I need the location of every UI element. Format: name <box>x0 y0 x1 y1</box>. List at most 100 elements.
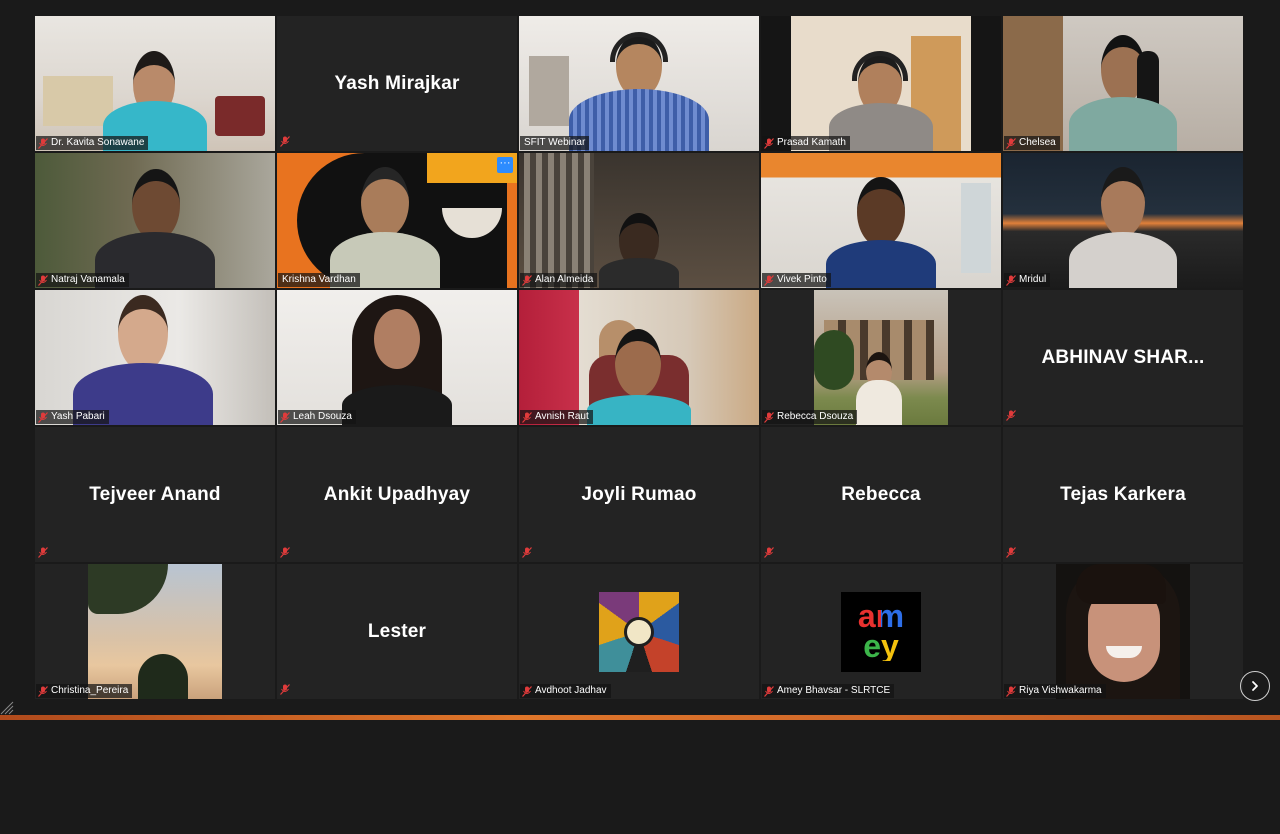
participant-label: Avdhoot Jadhav <box>520 684 611 698</box>
participant-tile[interactable]: Tejveer Anand <box>35 427 275 562</box>
mic-muted-icon <box>38 685 48 697</box>
mic-muted-icon <box>522 274 532 286</box>
participant-label: Amey Bhavsar - SLRTCE <box>762 684 895 698</box>
participant-tile[interactable]: Leah Dsouza <box>277 290 517 425</box>
participant-label: Rebecca Dsouza <box>762 410 858 424</box>
participant-tile[interactable]: Rebecca <box>761 427 1001 562</box>
participant-name: Amey Bhavsar - SLRTCE <box>777 685 891 696</box>
mic-muted-icon <box>280 547 290 558</box>
participant-tile-active-speaker[interactable]: ··· Krishna Vardhan <box>277 153 517 288</box>
participant-tile[interactable]: Yash Mirajkar <box>277 16 517 151</box>
participant-label: Alan Almeida <box>520 273 598 287</box>
participant-name: Prasad Kamath <box>777 137 846 148</box>
participant-tile[interactable]: Natraj Vanamala <box>35 153 275 288</box>
mic-muted-icon <box>38 547 48 558</box>
mic-muted-icon <box>764 685 774 697</box>
participant-tile[interactable]: Avdhoot Jadhav <box>519 564 759 699</box>
participant-label: Chelsea <box>1004 136 1060 150</box>
mic-muted-icon <box>280 684 290 695</box>
participant-label: SFIT Webinar <box>520 136 590 150</box>
mic-muted-icon <box>38 411 48 423</box>
participant-tile[interactable]: Lester <box>277 564 517 699</box>
participant-tile[interactable]: ABHINAV SHAR... <box>1003 290 1243 425</box>
participant-name: Riya Vishwakarma <box>1019 685 1102 696</box>
mic-muted-icon <box>764 547 774 558</box>
mic-muted-icon <box>764 137 774 149</box>
avatar-artwork <box>599 592 679 672</box>
participant-name: Rebecca Dsouza <box>777 411 854 422</box>
participant-name: Chelsea <box>1019 137 1056 148</box>
more-options-button[interactable]: ··· <box>497 157 513 173</box>
participant-label: Vivek Pinto <box>762 273 831 287</box>
participant-name-display: Yash Mirajkar <box>334 72 460 94</box>
participant-label: Avnish Raut <box>520 410 593 424</box>
participant-name: Yash Pabari <box>51 411 105 422</box>
participant-name-display: Lester <box>367 620 427 642</box>
participant-tile[interactable]: Christina_Pereira <box>35 564 275 699</box>
mic-muted-icon <box>1006 685 1016 697</box>
participant-tile[interactable]: Vivek Pinto <box>761 153 1001 288</box>
window-bottom-accent-bar <box>0 715 1280 720</box>
participant-tile[interactable]: Ankit Upadhyay <box>277 427 517 562</box>
participant-name-display: Ankit Upadhyay <box>323 483 471 505</box>
amey-logo-line1: am <box>841 600 921 632</box>
participant-tile[interactable]: Rebecca Dsouza <box>761 290 1001 425</box>
mic-muted-icon <box>522 547 532 558</box>
mic-muted-icon <box>1006 274 1016 286</box>
participant-name: Dr. Kavita Sonawane <box>51 137 145 148</box>
participant-label: Mridul <box>1004 273 1051 287</box>
participant-tile[interactable]: SFIT Webinar <box>519 16 759 151</box>
participant-label: Riya Vishwakarma <box>1004 684 1106 698</box>
participant-tile[interactable]: Prasad Kamath <box>761 16 1001 151</box>
mic-muted-icon <box>522 685 532 697</box>
mic-muted-icon <box>522 411 532 423</box>
participant-name: SFIT Webinar <box>524 137 586 148</box>
participant-tile[interactable]: Dr. Kavita Sonawane <box>35 16 275 151</box>
amey-logo-avatar: am ey <box>841 592 921 672</box>
mic-muted-icon <box>1006 137 1016 149</box>
participant-name: Krishna Vardhan <box>282 274 356 285</box>
participant-name: Vivek Pinto <box>777 274 827 285</box>
participant-label: Dr. Kavita Sonawane <box>36 136 149 150</box>
participant-label: Krishna Vardhan <box>278 273 360 287</box>
participant-name: Leah Dsouza <box>293 411 352 422</box>
participant-tile[interactable]: Avnish Raut <box>519 290 759 425</box>
participant-name-display: Joyli Rumao <box>581 483 697 505</box>
mic-muted-icon <box>764 411 774 423</box>
resize-grip-icon[interactable] <box>0 701 14 715</box>
participant-tile[interactable]: Joyli Rumao <box>519 427 759 562</box>
chevron-right-icon <box>1252 681 1258 691</box>
mic-muted-icon <box>38 274 48 286</box>
amey-logo-line2: ey <box>841 630 921 662</box>
participant-name: Avdhoot Jadhav <box>535 685 607 696</box>
mic-muted-icon <box>1006 547 1016 558</box>
participant-label: Christina_Pereira <box>36 684 133 698</box>
participant-name-display: ABHINAV SHAR... <box>1041 346 1205 368</box>
participant-photo <box>88 564 222 699</box>
mic-muted-icon <box>1006 410 1016 421</box>
participant-photo <box>1056 564 1190 699</box>
participant-label: Natraj Vanamala <box>36 273 129 287</box>
participant-tile[interactable]: Mridul <box>1003 153 1243 288</box>
mic-muted-icon <box>764 274 774 286</box>
participant-name: Avnish Raut <box>535 411 589 422</box>
participant-name: Natraj Vanamala <box>51 274 125 285</box>
participant-name-display: Rebecca <box>841 483 921 505</box>
next-page-button[interactable] <box>1240 671 1270 701</box>
mic-muted-icon <box>280 136 290 147</box>
participant-tile[interactable]: Tejas Karkera <box>1003 427 1243 562</box>
participant-name-display: Tejas Karkera <box>1060 483 1186 505</box>
mic-muted-icon <box>38 137 48 149</box>
participant-tile[interactable]: Riya Vishwakarma <box>1003 564 1243 699</box>
participant-label: Leah Dsouza <box>278 410 356 424</box>
mic-muted-icon <box>280 411 290 423</box>
participant-name: Mridul <box>1019 274 1047 285</box>
participant-tile[interactable]: Chelsea <box>1003 16 1243 151</box>
participant-photo <box>814 290 948 425</box>
participant-label: Prasad Kamath <box>762 136 850 150</box>
participant-tile[interactable]: Alan Almeida <box>519 153 759 288</box>
participant-tile[interactable]: am ey Amey Bhavsar - SLRTCE <box>761 564 1001 699</box>
participant-name: Christina_Pereira <box>51 685 129 696</box>
participant-name-display: Tejveer Anand <box>89 483 221 505</box>
participant-tile[interactable]: Yash Pabari <box>35 290 275 425</box>
